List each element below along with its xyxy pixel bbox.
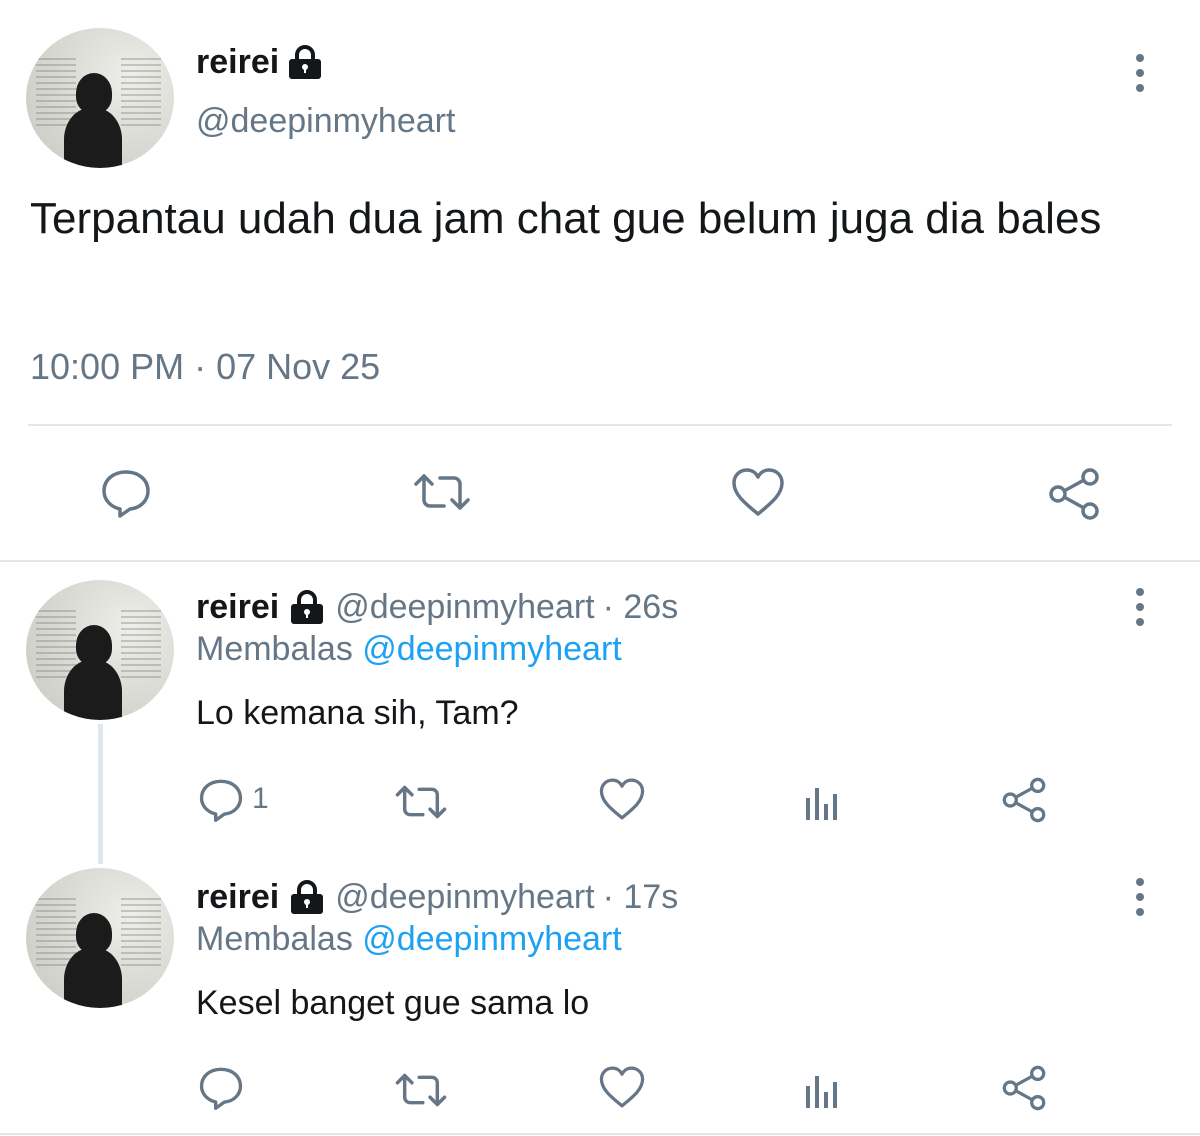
analytics-icon[interactable] — [802, 782, 842, 822]
retweet-icon[interactable] — [410, 468, 474, 516]
avatar[interactable] — [26, 28, 174, 168]
mention-link[interactable]: @deepinmyheart — [362, 630, 621, 668]
reply-icon[interactable] — [100, 466, 152, 518]
reply-header: reirei @deepinmyheart · 17s — [196, 874, 678, 920]
display-name[interactable]: reirei — [196, 43, 279, 82]
more-options-icon[interactable] — [1136, 878, 1144, 916]
avatar[interactable] — [26, 868, 174, 1008]
lock-icon — [285, 44, 325, 80]
more-options-icon[interactable] — [1136, 588, 1144, 626]
like-icon[interactable] — [598, 776, 646, 822]
replying-to: Membalas @deepinmyheart — [196, 920, 622, 959]
divider — [28, 424, 1172, 426]
author-row: reirei — [196, 40, 325, 84]
handle[interactable]: @deepinmyheart — [196, 102, 455, 141]
reply-text: Kesel banget gue sama lo — [196, 984, 590, 1022]
relative-time[interactable]: · 17s — [603, 878, 679, 917]
reply-count: 1 — [252, 782, 269, 815]
like-icon[interactable] — [598, 1064, 646, 1110]
replying-label: Membalas — [196, 920, 353, 958]
reply-text: Lo kemana sih, Tam? — [196, 694, 519, 732]
share-icon[interactable] — [1046, 466, 1102, 522]
display-name[interactable]: reirei — [196, 878, 279, 917]
reply-icon[interactable] — [198, 776, 244, 822]
thread-line — [98, 724, 103, 864]
bottom-divider — [0, 1133, 1200, 1135]
like-icon[interactable] — [730, 466, 786, 518]
reply-header: reirei @deepinmyheart · 26s — [196, 584, 678, 630]
relative-time[interactable]: · 26s — [603, 588, 679, 627]
reply-action[interactable]: 1 — [198, 776, 269, 822]
more-options-icon[interactable] — [1136, 54, 1144, 92]
retweet-icon[interactable] — [392, 1068, 450, 1112]
display-name[interactable]: reirei — [196, 588, 279, 627]
handle[interactable]: @deepinmyheart — [335, 878, 594, 917]
timestamp[interactable]: 10:00 PM · 07 Nov 25 — [30, 346, 380, 388]
lock-icon — [287, 589, 327, 625]
share-icon[interactable] — [1000, 776, 1048, 824]
reply-icon[interactable] — [198, 1064, 244, 1110]
lock-icon — [287, 879, 327, 915]
section-divider — [0, 560, 1200, 562]
retweet-icon[interactable] — [392, 780, 450, 824]
share-icon[interactable] — [1000, 1064, 1048, 1112]
mention-link[interactable]: @deepinmyheart — [362, 920, 621, 958]
replying-to: Membalas @deepinmyheart — [196, 630, 622, 669]
replying-label: Membalas — [196, 630, 353, 668]
avatar[interactable] — [26, 580, 174, 720]
analytics-icon[interactable] — [802, 1070, 842, 1110]
tweet-text: Terpantau udah dua jam chat gue belum ju… — [30, 194, 1102, 243]
handle[interactable]: @deepinmyheart — [335, 588, 594, 627]
